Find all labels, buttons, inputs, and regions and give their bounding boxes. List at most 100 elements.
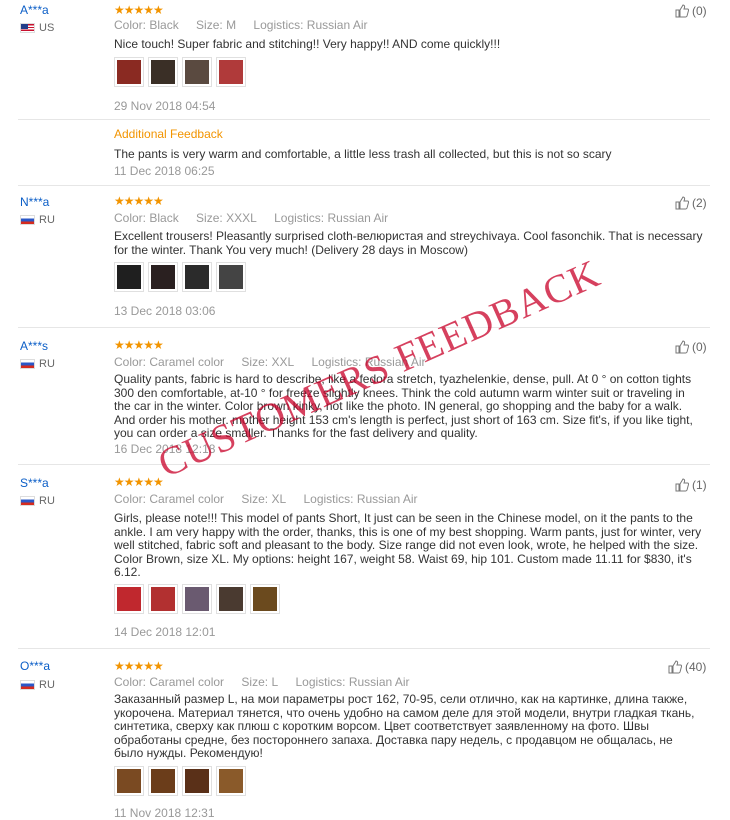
reviewer-name[interactable]: A***a: [20, 3, 49, 17]
review-text: Заказанный размер L, на мои параметры ро…: [114, 692, 695, 760]
color-value: Black: [149, 18, 179, 32]
review-photo[interactable]: [216, 57, 246, 87]
photo-swatch: [219, 587, 243, 611]
helpful-button[interactable]: (0): [675, 340, 707, 354]
review-date: 13 Dec 2018 03:06: [114, 304, 216, 318]
country-code: RU: [39, 679, 55, 691]
logistics-value: Russian Air: [306, 18, 368, 32]
order-info: Color: Caramel color Size: L Logistics: …: [114, 675, 410, 689]
star-rating: ★★★★★: [114, 3, 164, 17]
review-photo[interactable]: [148, 57, 178, 87]
review-photo[interactable]: [182, 57, 212, 87]
photo-swatch: [151, 587, 175, 611]
reviewer-country: RU: [20, 214, 55, 226]
star-rating: ★★★★★: [114, 659, 164, 673]
review-text: Nice touch! Super fabric and stitching!!…: [114, 37, 501, 51]
color-value: Caramel color: [149, 492, 225, 506]
thumbs-up-icon: [675, 478, 689, 492]
thumbs-up-icon: [675, 340, 689, 354]
review-images: [114, 57, 246, 87]
helpful-button[interactable]: (0): [675, 4, 707, 18]
size-value: M: [226, 18, 237, 32]
reviewer-country: RU: [20, 358, 55, 370]
photo-swatch: [185, 769, 209, 793]
reviewer-country: RU: [20, 679, 55, 691]
helpful-button[interactable]: (2): [675, 196, 707, 210]
thumbs-up-icon: [675, 4, 689, 18]
helpful-button[interactable]: (1): [675, 478, 707, 492]
us-flag-icon: [20, 23, 35, 33]
review-divider: [18, 464, 710, 465]
helpful-count: (40): [685, 660, 707, 674]
review-photo[interactable]: [148, 766, 178, 796]
country-code: US: [39, 22, 55, 34]
review-photo[interactable]: [114, 57, 144, 87]
helpful-count: (2): [692, 196, 707, 210]
star-rating: ★★★★★: [114, 338, 164, 352]
photo-swatch: [151, 60, 175, 84]
review-photo[interactable]: [114, 584, 144, 614]
review-text: Excellent trousers! Pleasantly surprised…: [114, 229, 703, 257]
review-date: 14 Dec 2018 12:01: [114, 625, 216, 639]
star-rating: ★★★★★: [114, 475, 164, 489]
review-images: [114, 262, 246, 292]
review-divider: [18, 327, 710, 328]
review-photo[interactable]: [182, 262, 212, 292]
order-info: Color: Black Size: M Logistics: Russian …: [114, 18, 368, 32]
review-images: [114, 584, 280, 614]
reviewer-country: US: [20, 22, 54, 34]
review-photo[interactable]: [114, 766, 144, 796]
photo-swatch: [219, 265, 243, 289]
country-code: RU: [39, 495, 55, 507]
review-photo[interactable]: [216, 262, 246, 292]
star-rating: ★★★★★: [114, 194, 164, 208]
review-date: 29 Nov 2018 04:54: [114, 99, 216, 113]
review-divider: [18, 185, 710, 186]
review-images: [114, 766, 246, 796]
reviewer-country: RU: [20, 495, 55, 507]
helpful-count: (1): [692, 478, 707, 492]
reviewer-name[interactable]: N***a: [20, 195, 49, 209]
size-value: XXXL: [226, 211, 257, 225]
review-photo[interactable]: [148, 262, 178, 292]
size-value: XXL: [271, 355, 295, 369]
reviewer-name[interactable]: S***a: [20, 476, 49, 490]
size-value: XL: [271, 492, 287, 506]
color-value: Black: [149, 211, 179, 225]
logistics-value: Russian Air: [348, 675, 410, 689]
reviewer-name[interactable]: A***s: [20, 339, 48, 353]
photo-swatch: [117, 60, 141, 84]
helpful-count: (0): [692, 4, 707, 18]
review-photo[interactable]: [114, 262, 144, 292]
review-date: 11 Nov 2018 12:31: [114, 806, 215, 820]
review-photo[interactable]: [250, 584, 280, 614]
reviewer-name[interactable]: O***a: [20, 659, 50, 673]
country-code: RU: [39, 214, 55, 226]
helpful-button[interactable]: (40): [668, 660, 706, 674]
order-info: Color: Black Size: XXXL Logistics: Russi…: [114, 211, 389, 225]
review-divider: [18, 648, 710, 649]
additional-feedback-date: 11 Dec 2018 06:25: [114, 164, 215, 178]
country-code: RU: [39, 358, 55, 370]
review-photo[interactable]: [148, 584, 178, 614]
ru-flag-icon: [20, 215, 35, 225]
review-photo[interactable]: [182, 766, 212, 796]
logistics-value: Russian Air: [356, 492, 418, 506]
photo-swatch: [219, 60, 243, 84]
order-info: Color: Caramel color Size: XL Logistics:…: [114, 492, 418, 506]
photo-swatch: [151, 265, 175, 289]
divider: [18, 119, 710, 120]
photo-swatch: [185, 60, 209, 84]
size-value: L: [271, 675, 279, 689]
review-photo[interactable]: [216, 766, 246, 796]
logistics-value: Russian Air: [327, 211, 389, 225]
photo-swatch: [219, 769, 243, 793]
color-value: Caramel color: [149, 355, 225, 369]
photo-swatch: [185, 587, 209, 611]
review-text: Girls, please note!!! This model of pant…: [114, 511, 702, 579]
review-photo[interactable]: [216, 584, 246, 614]
review-photo[interactable]: [182, 584, 212, 614]
photo-swatch: [185, 265, 209, 289]
thumbs-up-icon: [668, 660, 682, 674]
color-value: Caramel color: [149, 675, 225, 689]
